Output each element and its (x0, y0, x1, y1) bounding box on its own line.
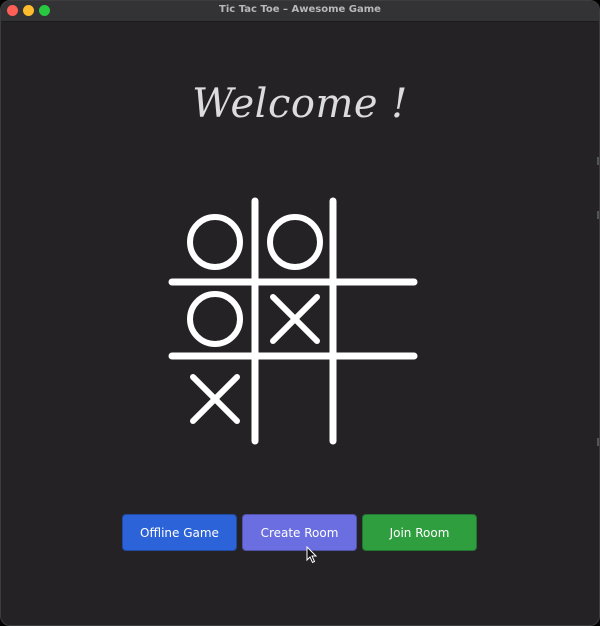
o-mark-r1-c0 (187, 291, 243, 347)
title-bar[interactable]: Tic Tac Toe – Awesome Game (1, 1, 599, 22)
create-room-button[interactable]: Create Room (242, 514, 357, 551)
welcome-heading: Welcome ! (192, 81, 408, 127)
window-edge-mark (597, 157, 599, 165)
app-window: Tic Tac Toe – Awesome Game Welcome ! Off… (0, 0, 600, 626)
o-mark-r0-c0 (187, 214, 243, 270)
mouse-cursor-icon (306, 546, 318, 564)
x-mark-r2-c0 (190, 374, 240, 424)
offline-game-button[interactable]: Offline Game (122, 514, 237, 551)
window-title: Tic Tac Toe – Awesome Game (219, 4, 381, 15)
x-mark-r1-c1 (270, 294, 320, 344)
join-room-button[interactable]: Join Room (362, 514, 477, 551)
o-mark-r0-c1 (267, 214, 323, 270)
tic-tac-toe-board[interactable] (167, 196, 419, 448)
window-edge-mark (597, 438, 599, 446)
window-edge-mark (597, 211, 599, 219)
